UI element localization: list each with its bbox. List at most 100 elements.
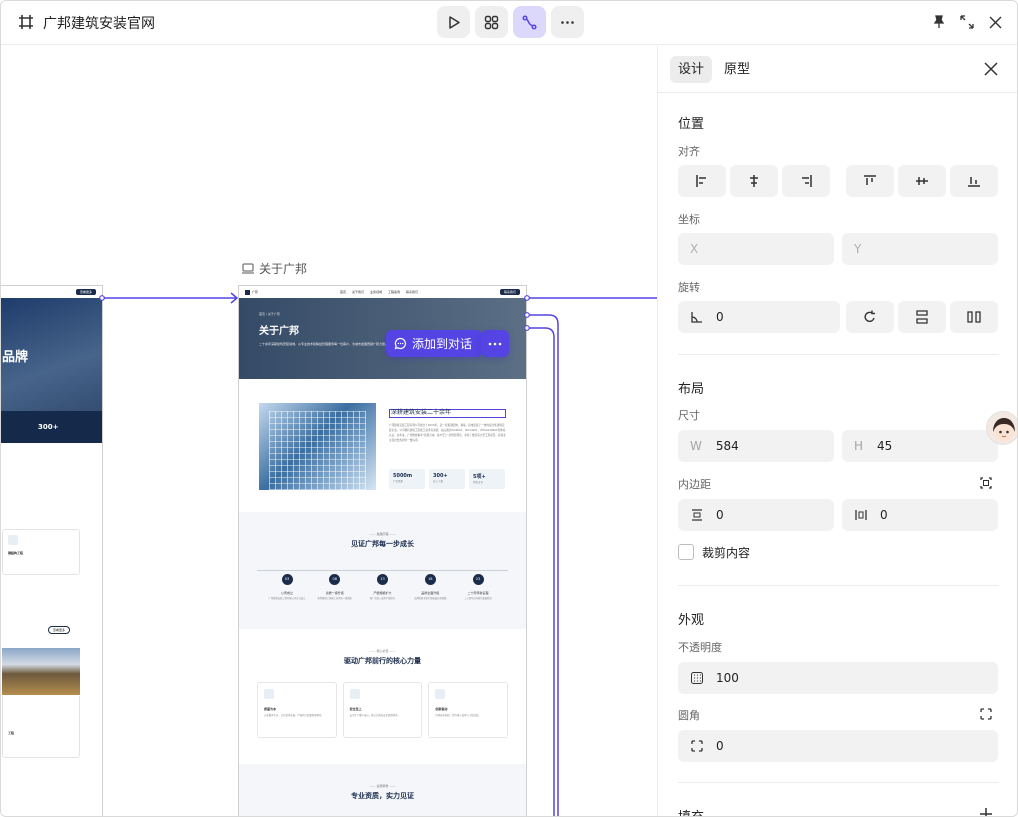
value-card-title: 创新驱动: [435, 707, 448, 711]
value-icon: [264, 689, 274, 699]
y-placeholder: Y: [854, 242, 862, 256]
rotation-input[interactable]: 0: [678, 301, 840, 333]
height-value: 45: [877, 439, 893, 453]
close-icon: [989, 16, 1001, 28]
timeline-item: 08 资质一级升级 获得建筑工程施工总承包一级资质: [315, 565, 355, 601]
timeline-dot: 23: [472, 574, 484, 585]
timeline-item: 23 二十周年新征程 二十周年迈向新的发展阶段: [458, 565, 498, 601]
home-service-card: 钢结构工程: [2, 529, 80, 575]
ellipsis-icon: [561, 20, 574, 24]
close-icon[interactable]: [983, 61, 999, 77]
connections-button[interactable]: [513, 6, 546, 38]
align-right-button[interactable]: [782, 165, 830, 197]
cert-tag: —— 资质荣誉 ——: [369, 784, 396, 788]
about-stats: 5000m 厂房面积 300+ 员工人数 5项+ 资质证书: [389, 469, 505, 489]
opacity-icon: [691, 672, 703, 684]
page-frame-label[interactable]: 关于广邦: [242, 260, 307, 277]
align-bottom-button[interactable]: [950, 165, 998, 197]
about-nav: 广邦 首页 关于我们 业务领域 工程案例 联系我们 联系我们: [239, 286, 526, 298]
timeline-item: 18 品牌全面升级 品牌形象全新升级拓展业务版图: [410, 565, 450, 601]
flip-vertical-button[interactable]: [898, 301, 946, 333]
align-center-horizontal-icon: [750, 175, 758, 187]
align-top-button[interactable]: [846, 165, 894, 197]
home-hero-title: 品牌: [2, 350, 29, 365]
about-nav-links: 首页 关于我们 业务领域 工程案例 联系我们: [340, 290, 418, 294]
close-window-button[interactable]: [986, 13, 1004, 31]
about-nav-button: 联系我们: [499, 289, 520, 295]
connection-line: [527, 327, 555, 816]
padding-vertical-input[interactable]: 0: [678, 499, 834, 531]
values-title: 驱动广邦前行的核心力量: [344, 657, 421, 665]
padding-sides-icon[interactable]: [978, 475, 994, 491]
element-more-button[interactable]: [481, 330, 509, 357]
about-section: 深耕建筑安装二十余年 广邦建筑安装工程有限公司成立于2003年，是一家集钢结构、…: [239, 379, 526, 512]
align-center-h-button[interactable]: [730, 165, 778, 197]
stat-card: 5项+ 资质证书: [469, 469, 505, 489]
opacity-input[interactable]: 100: [678, 662, 998, 694]
rotate-label: 旋转: [678, 281, 700, 294]
more-options-button[interactable]: [551, 6, 584, 38]
assistant-avatar[interactable]: [986, 411, 1017, 445]
timeline-item-title: 二十周年新征程: [467, 591, 489, 595]
rotate-icon: [864, 310, 875, 322]
rotate-button[interactable]: [846, 301, 894, 333]
timeline-item-desc: 广邦建筑安装工程有限公司正式成立: [268, 597, 306, 600]
corner-radius-value: 0: [716, 739, 724, 753]
timeline-dot: 08: [329, 574, 341, 585]
width-input[interactable]: W 584: [678, 430, 834, 462]
tab-design[interactable]: 设计: [670, 56, 713, 83]
y-input[interactable]: Y: [842, 233, 998, 265]
logo-mark: [245, 289, 250, 295]
timeline-dot: 13: [377, 574, 388, 585]
home-page-frame[interactable]: 查看更多 品牌 300+ 钢结构工程 查看更多 工程: [1, 285, 103, 816]
values-tag: —— 核心价值 ——: [369, 649, 396, 653]
value-card-desc: 安全生产重于泰山，建立完善的安全管理体系。: [349, 714, 400, 717]
value-card: 质量为本以质量求生存，以信誉求发展，严格执行质量管理体系。: [257, 682, 337, 738]
add-to-chat-button[interactable]: 添加到对话: [386, 330, 483, 357]
add-fill-icon[interactable]: [978, 806, 994, 817]
height-input[interactable]: H 45: [842, 430, 998, 462]
service-icon: [8, 535, 18, 545]
about-title-selected[interactable]: 深耕建筑安装二十余年: [389, 409, 506, 418]
align-label: 对齐: [678, 145, 700, 158]
frame-icon: [19, 15, 33, 29]
values-cards: 质量为本 以质量求生存，以信誉求发展，严格执行质量管理体系。 安全至上 安全生产重于…: [257, 682, 509, 738]
value-card-desc: 以质量求生存，以信誉求发展，严格执行质量管理体系。: [264, 714, 324, 717]
section-divider: [678, 585, 999, 586]
chat-bubble-icon: [394, 337, 407, 350]
flip-horizontal-icon: [967, 311, 981, 323]
clip-content-checkbox[interactable]: [678, 544, 694, 560]
coordinate-label: 坐标: [678, 213, 700, 226]
value-icon: [349, 689, 360, 699]
certification-section: —— 资质荣誉 —— 专业资质，实力见证: [239, 764, 526, 816]
preview-button[interactable]: [437, 6, 470, 38]
timeline-item-title: 资质一级升级: [325, 591, 344, 595]
home-case-card: 工程: [2, 696, 80, 758]
corner-sides-icon[interactable]: [978, 706, 994, 722]
padding-horizontal-input[interactable]: 0: [842, 499, 998, 531]
flip-horizontal-button[interactable]: [950, 301, 998, 333]
align-top-icon: [864, 175, 876, 185]
tab-prototype[interactable]: 原型: [716, 56, 758, 83]
value-card-desc: 持续技术创新，提升施工效率与工程品质。: [435, 714, 481, 717]
opacity-value: 100: [716, 671, 739, 685]
about-text: 广邦建筑安装工程有限公司成立于2003年，是一家集钢结构、幕墙、机电安装于一体的…: [389, 424, 506, 442]
grid-icon: [484, 15, 499, 29]
width-prefix: W: [690, 439, 702, 453]
padding-horizontal-icon: [855, 510, 867, 520]
design-canvas[interactable]: 查看更多 品牌 300+ 钢结构工程 查看更多 工程 关于广邦 广邦 首页 关于…: [1, 46, 657, 816]
play-icon: [449, 15, 460, 29]
value-card-title: 质量为本: [264, 707, 277, 711]
pin-button[interactable]: [930, 13, 948, 31]
corner-radius-input[interactable]: 0: [678, 730, 998, 762]
x-input[interactable]: X: [678, 233, 834, 265]
expand-button[interactable]: [958, 13, 976, 31]
about-page-frame[interactable]: 广邦 首页 关于我们 业务领域 工程案例 联系我们 联系我们 首页 / 关于广邦…: [238, 285, 527, 816]
align-middle-button[interactable]: [898, 165, 946, 197]
components-button[interactable]: [475, 6, 508, 38]
align-left-button[interactable]: [678, 165, 726, 197]
stat-label: 员工人数: [433, 480, 444, 483]
timeline-item: 03 公司成立 广邦建筑安装工程有限公司正式成立: [267, 565, 307, 601]
service-card-title: 钢结构工程: [8, 551, 24, 555]
nav-link: 工程案例: [388, 290, 401, 294]
